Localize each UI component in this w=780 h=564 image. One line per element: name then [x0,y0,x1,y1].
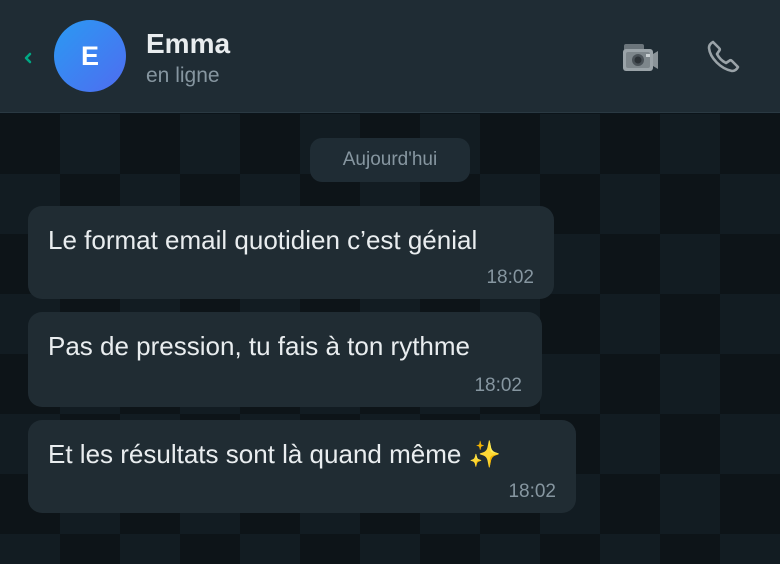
date-separator: Aujourd'hui [310,138,470,182]
chat-area[interactable]: Aujourd'hui Le format email quotidien c’… [0,114,780,564]
message-time: 18:02 [486,267,534,288]
message-text: Le format email quotidien c’est génial [48,225,478,255]
avatar[interactable]: E [54,20,126,92]
contact-name[interactable]: Emma [146,28,230,60]
message-time: 18:02 [474,375,522,396]
message-bubble[interactable]: Et les résultats sont là quand même ✨ 18… [28,420,576,513]
chat-header: E Emma en ligne [0,0,780,113]
message-bubble[interactable]: Le format email quotidien c’est génial 1… [28,206,554,299]
video-call-button[interactable] [620,38,660,76]
phone-icon [707,40,740,73]
chevron-left-icon [24,52,32,64]
message-bubble[interactable]: Pas de pression, tu fais à ton rythme 18… [28,312,542,407]
voice-call-button[interactable] [703,38,743,76]
video-camera-icon [623,44,658,71]
message-text: Et les résultats sont là quand même ✨ [48,439,501,469]
avatar-initial: E [80,40,99,71]
back-button[interactable] [22,48,36,68]
message-time: 18:02 [508,481,556,502]
message-text: Pas de pression, tu fais à ton rythme [48,331,470,361]
contact-status: en ligne [146,64,220,87]
